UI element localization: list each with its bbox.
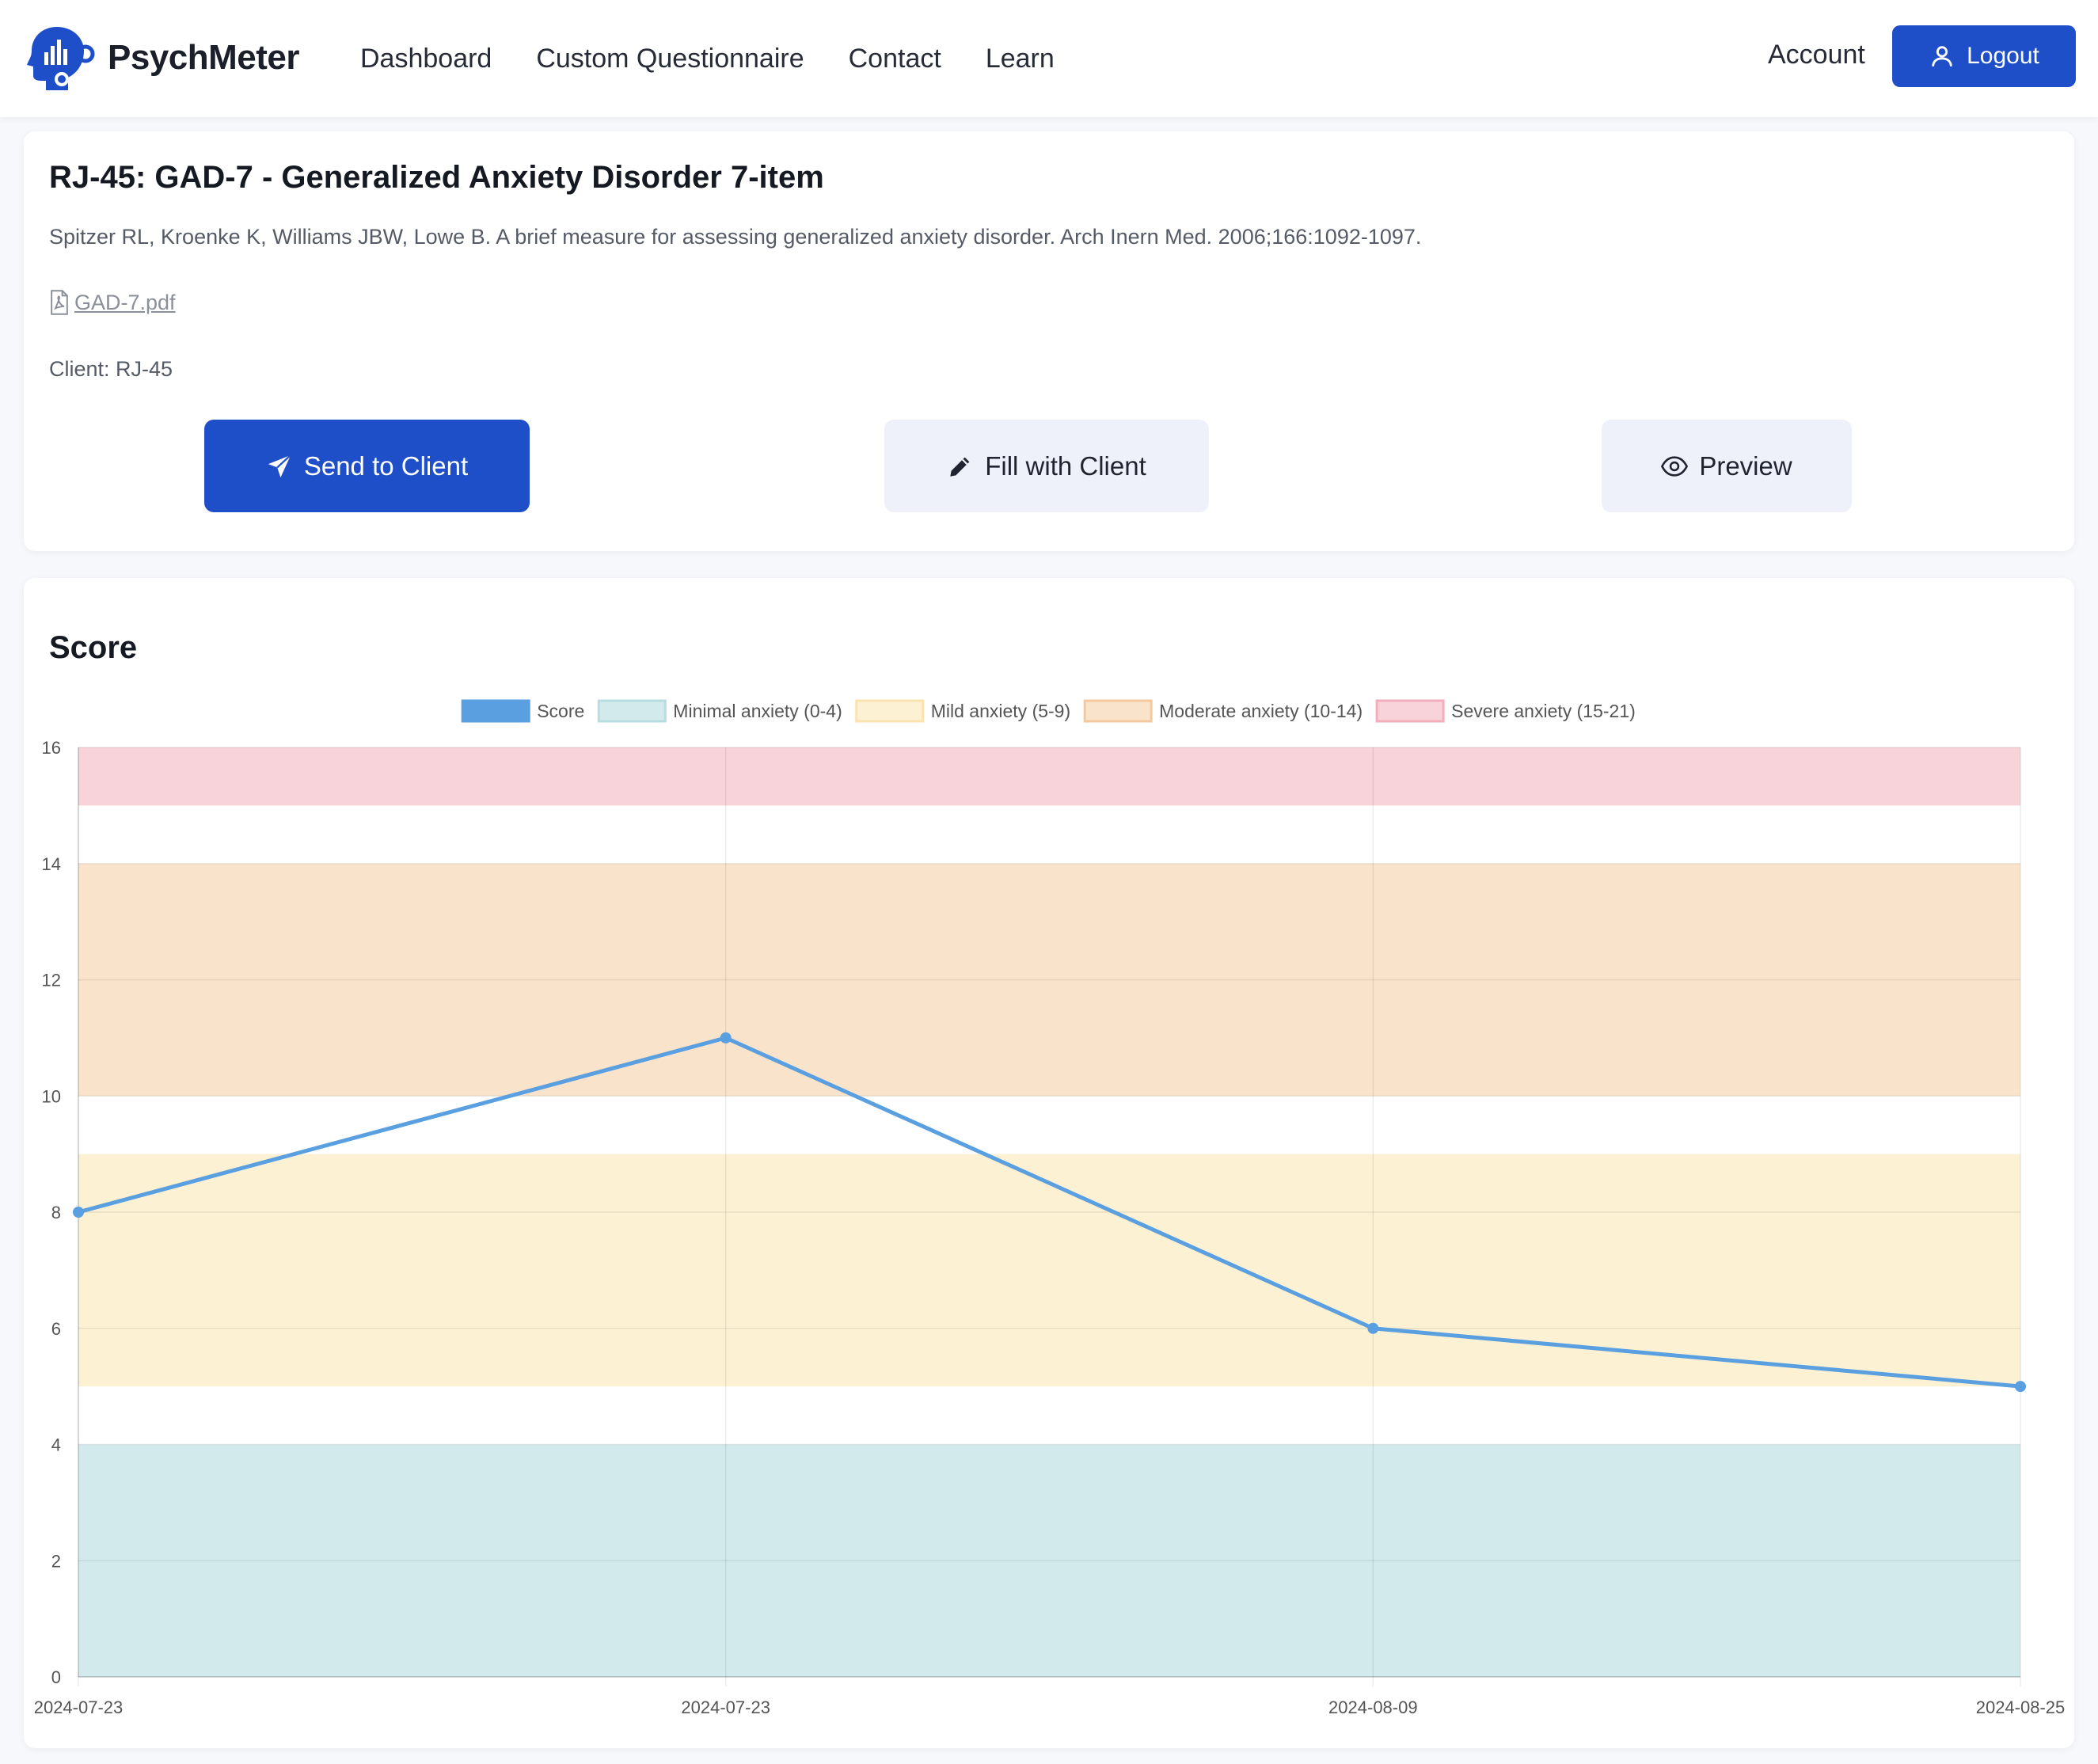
legend-label-mild-anxiety-5-9: Mild anxiety (5-9) bbox=[931, 701, 1070, 721]
x-tick-label: 2024-07-23 bbox=[34, 1697, 124, 1717]
nav-link-learn[interactable]: Learn bbox=[986, 44, 1055, 74]
y-tick-label: 10 bbox=[42, 1086, 61, 1106]
nav-link-account[interactable]: Account bbox=[1768, 40, 1865, 70]
questionnaire-reference: Spitzer RL, Kroenke K, Williams JBW, Low… bbox=[49, 225, 1422, 249]
pdf-link[interactable]: GAD-7.pdf bbox=[49, 290, 176, 315]
band-mild-anxiety-5-9 bbox=[78, 1154, 2020, 1387]
data-point bbox=[2015, 1381, 2026, 1393]
logout-button[interactable]: Logout bbox=[1892, 25, 2076, 87]
data-point bbox=[720, 1032, 732, 1044]
logout-label: Logout bbox=[1967, 43, 2039, 69]
brand-name: PsychMeter bbox=[108, 38, 300, 77]
preview-button[interactable]: Preview bbox=[1602, 420, 1852, 512]
eye-icon bbox=[1661, 455, 1689, 477]
send-icon bbox=[268, 454, 291, 477]
band-severe-anxiety-15-21 bbox=[78, 747, 2020, 806]
data-point bbox=[1367, 1322, 1379, 1334]
legend-swatch-severe-anxiety-15-21 bbox=[1375, 699, 1445, 723]
score-chart: 0 2 4 6 8 10 12 14 16 2024-07-23 2024-07-23 2024-08… bbox=[34, 699, 2066, 1717]
pencil-icon bbox=[950, 457, 970, 477]
fill-with-client-label: Fill with Client bbox=[985, 451, 1146, 481]
y-tick-label: 16 bbox=[42, 738, 61, 758]
y-tick-label: 4 bbox=[51, 1435, 61, 1455]
navbar: PsychMeter Dashboard Custom Questionnair… bbox=[0, 0, 2098, 117]
score-card: Score 0 2 4 6 8 10 12 14 16 2024-07-23 2024-07-23 2… bbox=[24, 578, 2074, 1748]
legend-label-score: Score bbox=[537, 701, 584, 721]
nav-link-contact[interactable]: Contact bbox=[849, 44, 941, 74]
legend-label-minimal-anxiety-0-4: Minimal anxiety (0-4) bbox=[673, 701, 842, 721]
pdf-file-icon bbox=[51, 290, 68, 315]
pdf-link-label: GAD-7.pdf bbox=[74, 290, 176, 314]
data-point bbox=[73, 1207, 84, 1218]
y-tick-label: 2 bbox=[51, 1551, 61, 1571]
questionnaire-title: RJ-45: GAD-7 - Generalized Anxiety Disor… bbox=[49, 160, 824, 195]
legend-label-moderate-anxiety-10-14: Moderate anxiety (10-14) bbox=[1159, 701, 1363, 721]
x-tick-label: 2024-07-23 bbox=[681, 1697, 770, 1717]
nav-link-custom-questionnaire[interactable]: Custom Questionnaire bbox=[536, 44, 804, 74]
y-tick-label: 0 bbox=[51, 1667, 61, 1687]
chart-legend: Score Minimal anxiety (0-4) Mild anxiety (… bbox=[461, 699, 1636, 723]
y-tick-label: 6 bbox=[51, 1319, 61, 1339]
legend-swatch-minimal-anxiety-0-4 bbox=[597, 699, 667, 723]
user-icon bbox=[1932, 46, 1952, 67]
legend-swatch-moderate-anxiety-10-14 bbox=[1083, 699, 1153, 723]
fill-with-client-button[interactable]: Fill with Client bbox=[884, 420, 1209, 512]
legend-swatch-mild-anxiety-5-9 bbox=[855, 699, 925, 723]
x-tick-label: 2024-08-25 bbox=[1976, 1697, 2066, 1717]
nav-link-dashboard[interactable]: Dashboard bbox=[360, 44, 492, 74]
send-to-client-button[interactable]: Send to Client bbox=[204, 420, 530, 512]
y-tick-label: 12 bbox=[42, 971, 61, 990]
legend-swatch-score bbox=[461, 699, 530, 723]
brand-logo-icon bbox=[27, 27, 95, 90]
preview-label: Preview bbox=[1699, 451, 1792, 481]
nav-links: Dashboard Custom Questionnaire Contact L… bbox=[360, 0, 1099, 117]
y-tick-label: 8 bbox=[51, 1203, 61, 1222]
y-tick-label: 14 bbox=[42, 854, 61, 874]
brand[interactable]: PsychMeter bbox=[25, 22, 300, 93]
questionnaire-card: RJ-45: GAD-7 - Generalized Anxiety Disor… bbox=[24, 131, 2074, 551]
x-tick-label: 2024-08-09 bbox=[1328, 1697, 1418, 1717]
send-to-client-label: Send to Client bbox=[303, 451, 469, 481]
client-label: Client: RJ-45 bbox=[49, 357, 173, 381]
legend-label-severe-anxiety-15-21: Severe anxiety (15-21) bbox=[1451, 701, 1636, 721]
